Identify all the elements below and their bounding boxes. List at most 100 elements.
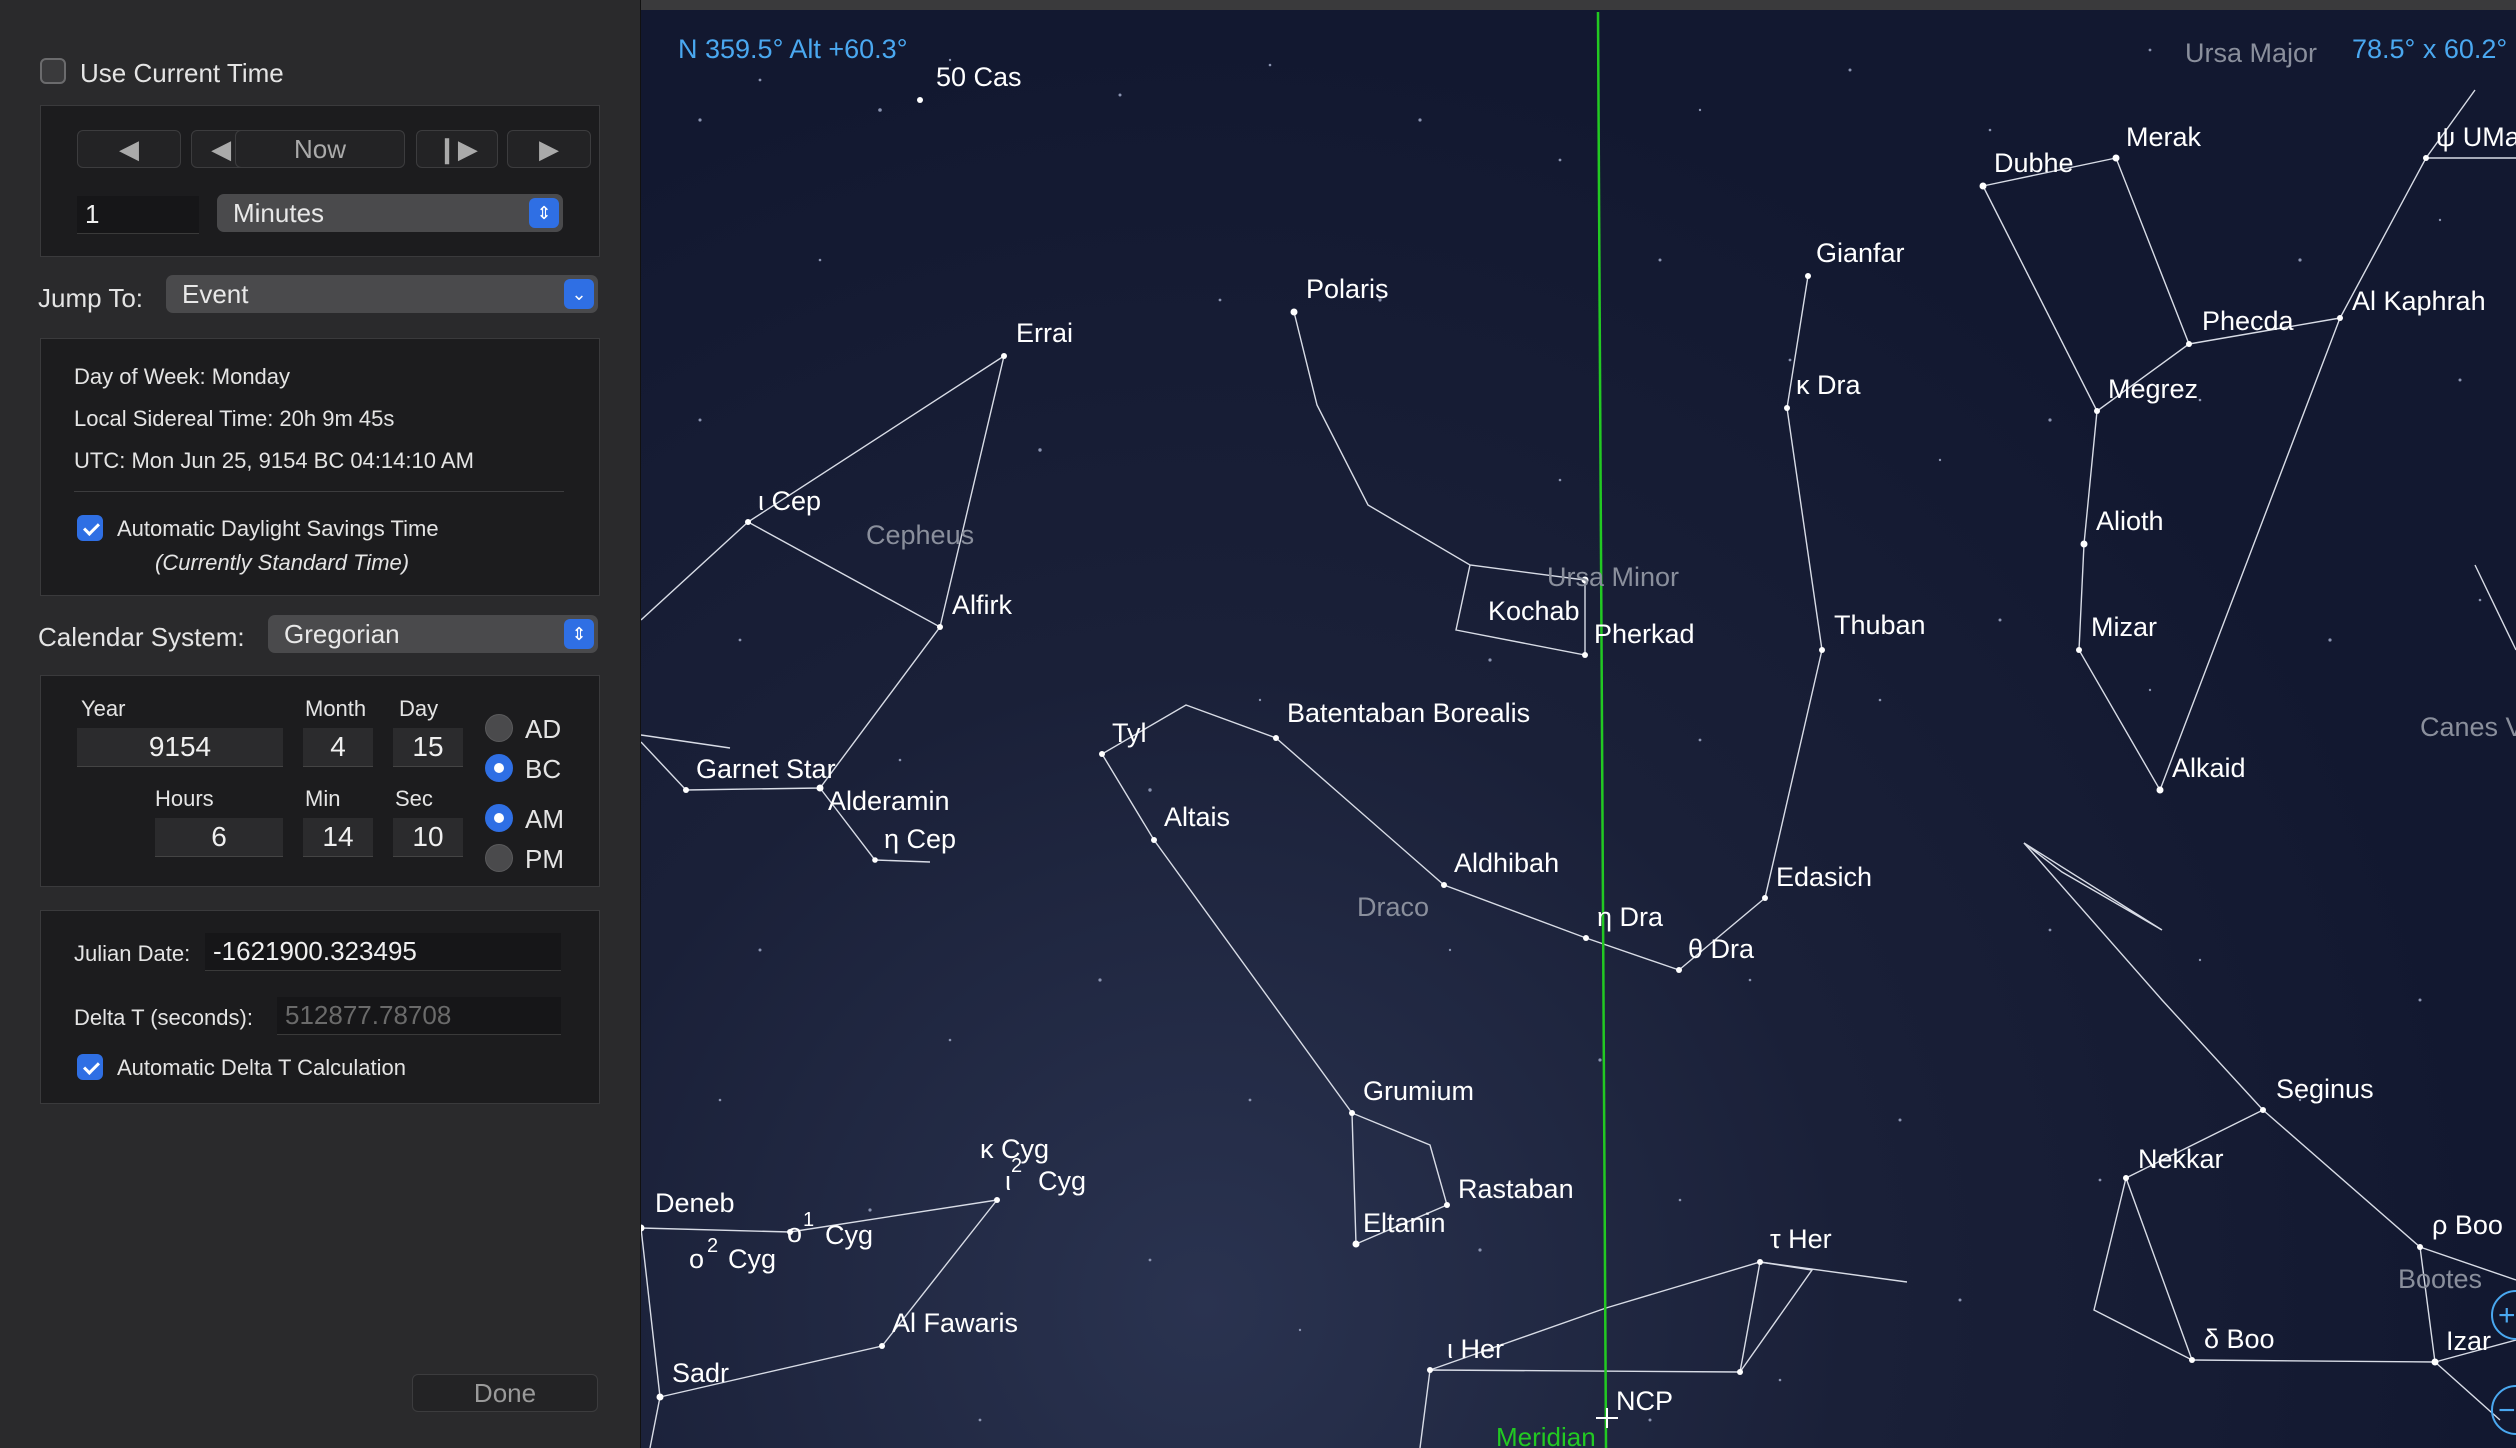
- meridian-label: Meridian: [1496, 1422, 1596, 1448]
- star-label: ψ UMa: [2436, 122, 2516, 152]
- sec-input[interactable]: 10: [393, 818, 463, 857]
- star-label: Alderamin: [828, 786, 950, 816]
- star-label: Gianfar: [1816, 238, 1905, 268]
- auto-delta-t-checkbox[interactable]: [77, 1054, 103, 1080]
- star-label: Rastaban: [1458, 1174, 1574, 1204]
- pm-radio[interactable]: [485, 844, 513, 872]
- sky-chart-view[interactable]: N 359.5° Alt +60.3° 78.5° x 60.2° Ursa M…: [641, 10, 2516, 1448]
- star-label: Polaris: [1306, 274, 1389, 304]
- jump-to-value: Event: [182, 278, 249, 309]
- constellation-label: Bootes: [2398, 1264, 2482, 1294]
- month-input[interactable]: 4: [303, 728, 373, 767]
- constellation-label: Ursa Minor: [1547, 562, 1679, 592]
- dst-note: (Currently Standard Time): [155, 550, 410, 575]
- step-unit-value: Minutes: [233, 197, 325, 228]
- era-bc-label: BC: [525, 754, 562, 784]
- star-label: ι Her: [1447, 1334, 1504, 1364]
- delta-t-input: 512877.78708: [277, 997, 561, 1035]
- star-label: Cyg: [1038, 1166, 1086, 1196]
- dst-checkbox[interactable]: [77, 515, 103, 541]
- background-stars: [698, 48, 2482, 1422]
- updown-chevron-icon: ⇕: [564, 619, 594, 649]
- julian-date-input[interactable]: -1621900.323495: [205, 933, 561, 971]
- star-label: τ Her: [1770, 1224, 1832, 1254]
- hours-input[interactable]: 6: [155, 818, 283, 857]
- star-label: 2: [707, 1235, 718, 1257]
- star-label: Alkaid: [2172, 753, 2246, 783]
- julian-date-box: Julian Date: -1621900.323495 Delta T (se…: [40, 910, 600, 1104]
- plus-icon: +: [2498, 1299, 2516, 1332]
- star-label: NCP: [1616, 1386, 1673, 1416]
- pm-label: PM: [525, 844, 564, 874]
- use-current-time-label: Use Current Time: [80, 58, 284, 88]
- star-label: Megrez: [2108, 374, 2198, 404]
- step-forward-icon: ❙▶: [436, 133, 478, 164]
- star-label: 1: [803, 1209, 814, 1231]
- zoom-in-button[interactable]: +: [2491, 1290, 2516, 1340]
- min-input[interactable]: 14: [303, 818, 373, 857]
- step-value-input[interactable]: 1: [77, 196, 199, 234]
- star-label: ο: [689, 1244, 704, 1274]
- jump-to-select[interactable]: Event ⌄: [166, 275, 598, 313]
- day-label: Day: [399, 696, 439, 721]
- ncp-marker: [1596, 1408, 1618, 1428]
- jump-to-label: Jump To:: [38, 283, 144, 313]
- star-label: Sadr: [672, 1358, 729, 1388]
- star-label: Nekkar: [2138, 1144, 2224, 1174]
- star-label: Deneb: [655, 1188, 735, 1218]
- time-info-box: Day of Week: Monday Local Sidereal Time:…: [40, 338, 600, 596]
- star-label: Cyg: [728, 1244, 776, 1274]
- star-label: Errai: [1016, 318, 1073, 348]
- calendar-system-label: Calendar System:: [38, 622, 245, 652]
- hours-label: Hours: [155, 786, 214, 811]
- day-of-week-text: Day of Week: Monday: [74, 364, 291, 389]
- star-label: ι Cep: [758, 486, 821, 516]
- step-forward-fast-button[interactable]: ▶: [507, 130, 591, 168]
- era-bc-radio[interactable]: [485, 754, 513, 782]
- constellation-label: Canes V: [2420, 712, 2516, 742]
- star-labels: 50 Cas Polaris Errai ι Cep Alfirk Garnet…: [655, 62, 2516, 1416]
- step-back-fast-button[interactable]: ◀: [77, 130, 181, 168]
- star-label: Edasich: [1776, 862, 1872, 892]
- sky-chart: N 359.5° Alt +60.3° 78.5° x 60.2° Ursa M…: [641, 11, 2516, 1448]
- minus-icon: −: [2498, 1394, 2516, 1427]
- am-radio[interactable]: [485, 804, 513, 832]
- delta-t-label: Delta T (seconds):: [74, 1005, 253, 1030]
- day-input[interactable]: 15: [393, 728, 463, 767]
- sidereal-time-text: Local Sidereal Time: 20h 9m 45s: [74, 406, 395, 431]
- star-label: Cyg: [825, 1220, 873, 1250]
- min-label: Min: [305, 786, 341, 811]
- star-label: Garnet Star: [696, 754, 836, 784]
- constellation-label: Cepheus: [866, 520, 974, 550]
- star-label: Al Kaphrah: [2352, 286, 2486, 316]
- divider: [74, 491, 564, 492]
- done-button[interactable]: Done: [412, 1374, 598, 1412]
- star-label: Pherkad: [1594, 619, 1695, 649]
- year-input[interactable]: 9154: [77, 728, 283, 767]
- use-current-time-checkbox[interactable]: [40, 58, 66, 84]
- star-label: Dubhe: [1994, 148, 2074, 178]
- constellation-label: Draco: [1357, 892, 1429, 922]
- star-label: Izar: [2446, 1326, 2491, 1356]
- step-unit-select[interactable]: Minutes ⇕: [217, 194, 563, 232]
- era-ad-radio[interactable]: [485, 714, 513, 742]
- meridian-line: [1596, 11, 1608, 1448]
- year-label: Year: [81, 696, 126, 721]
- now-button[interactable]: Now: [235, 130, 405, 168]
- step-forward-button[interactable]: ❙▶: [416, 130, 498, 168]
- zoom-out-button[interactable]: −: [2491, 1385, 2516, 1435]
- star-label: Mizar: [2091, 612, 2157, 642]
- star-label: Tyl: [1112, 718, 1147, 748]
- star-label: Batentaban Borealis: [1287, 698, 1530, 728]
- date-entry-box: Year Month Day 9154 4 15 Hours Min Sec 6…: [40, 675, 600, 887]
- chevron-down-icon: ⌄: [564, 279, 594, 309]
- rewind-icon: ◀: [119, 133, 139, 164]
- time-settings-panel: Use Current Time ◀ ◀❙ Now ❙▶ ▶ 1 Minutes…: [0, 0, 641, 1448]
- calendar-system-value: Gregorian: [284, 618, 400, 649]
- play-icon: ▶: [539, 133, 559, 164]
- star-label: Thuban: [1834, 610, 1926, 640]
- utc-text: UTC: Mon Jun 25, 9154 BC 04:14:10 AM: [74, 448, 474, 473]
- constellation-labels: Ursa Major Cepheus Ursa Minor Draco Cane…: [866, 38, 2516, 1294]
- sec-label: Sec: [395, 786, 433, 811]
- calendar-system-select[interactable]: Gregorian ⇕: [268, 615, 598, 653]
